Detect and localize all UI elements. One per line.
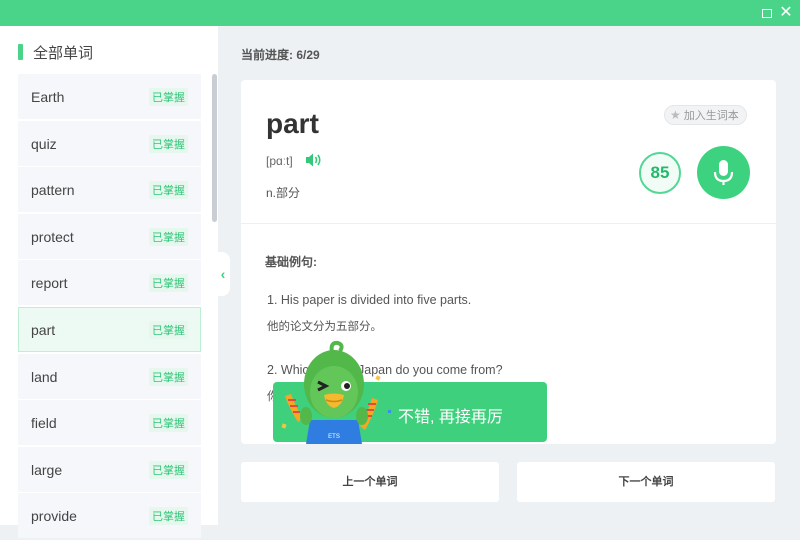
phonetic: [pɑːt] [266, 154, 293, 168]
word-label: land [31, 368, 58, 385]
example-sentence-zh: 他的论文分为五部分。 [267, 321, 382, 333]
next-word-button[interactable]: 下一个单词 [517, 462, 775, 502]
word-meaning: n.部分 [266, 186, 301, 200]
word-label: protect [31, 228, 74, 245]
add-to-vocab-button[interactable]: ★ 加入生词本 [664, 105, 747, 125]
card-divider [241, 223, 776, 224]
word-list-item[interactable]: large 已掌握 [18, 446, 201, 492]
mastered-badge: 已掌握 [149, 227, 188, 246]
word-list: Earth 已掌握 quiz 已掌握 pattern 已掌握 protect 已… [18, 74, 201, 540]
title-bar: ✕ [0, 0, 800, 26]
mastered-badge: 已掌握 [149, 320, 188, 339]
word-label: quiz [31, 135, 57, 152]
mastered-badge: 已掌握 [149, 134, 188, 153]
maximize-icon[interactable] [758, 4, 776, 22]
mastered-badge: 已掌握 [149, 181, 188, 200]
mastered-badge: 已掌握 [149, 414, 188, 433]
word-list-item-active[interactable]: part 已掌握 [18, 306, 201, 352]
word-sidebar: 全部单词 Earth 已掌握 quiz 已掌握 pattern 已掌握 prot… [0, 26, 218, 539]
word-label: provide [31, 508, 77, 525]
word-list-item[interactable]: pattern 已掌握 [18, 167, 201, 213]
word-list-item[interactable]: report 已掌握 [18, 260, 201, 306]
word-label: report [31, 275, 68, 292]
word-label: pattern [31, 182, 75, 199]
sidebar-title: 全部单词 [33, 44, 94, 62]
add-to-vocab-label: 加入生词本 [683, 110, 739, 122]
accent-bar [18, 44, 23, 60]
mastered-badge: 已掌握 [149, 88, 188, 106]
record-button[interactable] [697, 146, 750, 199]
word-list-item[interactable]: Earth 已掌握 [18, 74, 201, 119]
microphone-icon [713, 160, 734, 185]
mascot-badge: ETS [328, 434, 340, 440]
mastered-badge: 已掌握 [149, 507, 188, 526]
close-icon[interactable]: ✕ [777, 4, 795, 22]
speaker-icon[interactable] [305, 152, 323, 168]
previous-word-button[interactable]: 上一个单词 [241, 462, 499, 502]
word-label: field [31, 415, 57, 432]
sidebar-header: 全部单词 [18, 42, 93, 62]
word-list-item[interactable]: protect 已掌握 [18, 213, 201, 259]
word-title: part [266, 108, 319, 139]
star-icon: ★ [670, 108, 681, 122]
word-label: large [31, 461, 63, 478]
word-list-item[interactable]: quiz 已掌握 [18, 120, 201, 166]
collapse-sidebar-chevron-icon[interactable]: ‹ [216, 252, 230, 296]
progress-text: 当前进度: 6/29 [241, 48, 320, 62]
toast-message: 不错, 再接再厉 [398, 409, 503, 426]
word-list-item[interactable]: provide 已掌握 [18, 493, 201, 539]
mastered-badge: 已掌握 [149, 460, 188, 479]
word-label: Earth [31, 89, 65, 105]
word-list-item[interactable]: field 已掌握 [18, 400, 201, 446]
sidebar-scrollbar[interactable] [212, 74, 217, 222]
pronunciation-score: 85 [639, 152, 681, 194]
example-sentence-en: 1. His paper is divided into five parts. [267, 293, 472, 307]
mastered-badge: 已掌握 [149, 274, 188, 293]
examples-heading: 基础例句: [265, 255, 317, 269]
mastered-badge: 已掌握 [149, 367, 188, 386]
word-list-item[interactable]: land 已掌握 [18, 353, 201, 399]
parrot-mascot-icon: ETS [281, 340, 391, 444]
word-label: part [31, 321, 56, 338]
